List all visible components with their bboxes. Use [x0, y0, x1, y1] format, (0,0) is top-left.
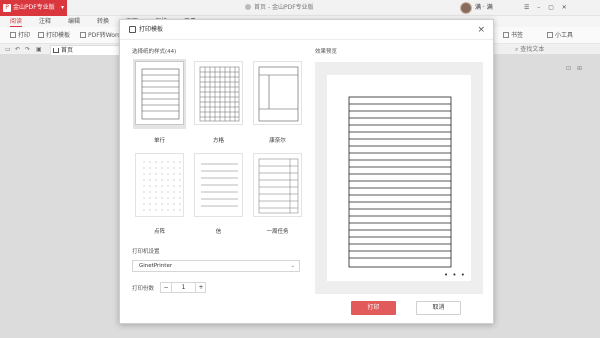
- dot-pattern: [143, 161, 181, 211]
- user-name: 满 · 满: [475, 4, 493, 11]
- grid-pattern: [199, 66, 240, 122]
- template-dot-matrix[interactable]: [133, 151, 186, 221]
- app-name: 金山PDF专业版: [13, 4, 55, 11]
- printer-icon: [10, 32, 16, 38]
- template-thumbnail: [194, 61, 243, 125]
- print-label: 打印: [18, 32, 31, 39]
- pdf-to-word-button[interactable]: PDF转Word: [80, 29, 121, 42]
- template-thumbnail: [253, 61, 302, 125]
- preview-label: 效果预览: [315, 49, 338, 55]
- print-button[interactable]: 打印: [10, 29, 30, 42]
- undo-icon[interactable]: ↶: [15, 45, 20, 54]
- app-menu-button[interactable]: P 金山PDF专业版 ▾: [0, 0, 67, 16]
- search-text-label: 查找文本: [520, 46, 545, 53]
- chevron-down-icon: ▾: [60, 4, 64, 11]
- template-label: 单行: [153, 138, 165, 144]
- word-icon: [80, 32, 86, 38]
- printer-value: GinetPrinter: [139, 263, 173, 269]
- window-title: 首页 - 金山PDF专业版: [245, 0, 314, 16]
- menu-convert[interactable]: 转换: [97, 16, 109, 27]
- print-template-button[interactable]: 打印模板: [38, 29, 70, 42]
- watermark-dots: • • •: [444, 271, 466, 279]
- bookmark-label: 书签: [511, 32, 524, 39]
- template-label: 方格: [212, 138, 224, 144]
- preview-area: • • •: [315, 62, 483, 294]
- menu-edit[interactable]: 编辑: [68, 16, 80, 27]
- template-thumbnail: [194, 153, 243, 217]
- dialog-title: 打印模板: [139, 26, 164, 33]
- template-cornell[interactable]: [251, 59, 304, 129]
- printer-select[interactable]: GinetPrinter ⌄: [132, 260, 300, 272]
- template-icon: [38, 32, 44, 38]
- print-template-label: 打印模板: [46, 32, 71, 39]
- menu-read[interactable]: 阅读: [10, 16, 23, 27]
- open-icon[interactable]: ▭: [5, 45, 11, 54]
- toolbox-icon: [547, 32, 553, 38]
- copies-input[interactable]: 1: [172, 283, 195, 292]
- copies-stepper[interactable]: − 1 +: [160, 282, 206, 293]
- window-title-text: 首页 - 金山PDF专业版: [254, 4, 314, 11]
- preview-page: • • •: [327, 75, 471, 281]
- template-weekly-tasks[interactable]: [251, 151, 304, 221]
- template-single-line[interactable]: [133, 59, 186, 129]
- menu-annotate[interactable]: 注释: [39, 16, 51, 27]
- template-label: 点阵: [153, 229, 165, 235]
- bookmark-button[interactable]: 书签: [503, 29, 523, 42]
- template-grid[interactable]: [192, 59, 245, 129]
- template-label: 康奈尔: [269, 138, 286, 144]
- home-icon: [53, 48, 59, 53]
- tab-home-label: 首页: [61, 47, 74, 54]
- user-account[interactable]: 满 · 满: [460, 1, 493, 15]
- tab-home[interactable]: 首页: [50, 45, 120, 55]
- title-bar: P 金山PDF专业版 ▾ 首页 - 金山PDF专业版 满 · 满 ☰ – ▢ ✕: [0, 0, 600, 16]
- weekly-pattern: [258, 158, 299, 214]
- preview-lines: [348, 96, 452, 268]
- side-tools[interactable]: ⊡⊞: [566, 65, 588, 72]
- toolbox-button[interactable]: 小工具: [547, 29, 573, 42]
- decrement-button[interactable]: −: [161, 283, 172, 292]
- styles-label: 选择纸的样式(44): [132, 49, 177, 55]
- printer-icon: [129, 26, 136, 33]
- search-text-button[interactable]: ⌕ 查找文本: [515, 45, 544, 54]
- template-label: 信: [215, 229, 222, 235]
- single-line-pattern: [141, 68, 180, 120]
- printer-settings-label: 打印机设置: [132, 249, 160, 255]
- cancel-button[interactable]: 取消: [416, 301, 461, 315]
- redo-icon[interactable]: ↷: [25, 45, 30, 54]
- app-logo-icon: P: [3, 4, 11, 12]
- template-letter[interactable]: [192, 151, 245, 221]
- cornell-pattern: [258, 66, 299, 122]
- chevron-down-icon: ⌄: [290, 263, 295, 269]
- avatar: [460, 2, 472, 14]
- template-label: 一周任务: [266, 229, 289, 235]
- pdf-to-word-label: PDF转Word: [88, 32, 122, 39]
- bookmark-icon: [503, 32, 509, 38]
- template-thumbnail: [135, 153, 184, 217]
- app-icon: [245, 4, 251, 10]
- copies-label: 打印份数: [132, 286, 155, 292]
- window-controls[interactable]: ☰ – ▢ ✕: [524, 0, 570, 16]
- template-thumbnail: [135, 61, 184, 125]
- increment-button[interactable]: +: [195, 283, 206, 292]
- print-confirm-button[interactable]: 打印: [351, 301, 396, 315]
- toolbox-label: 小工具: [555, 32, 574, 39]
- template-thumbnail: [253, 153, 302, 217]
- letter-pattern: [201, 163, 238, 207]
- print-template-dialog: 打印模板 × 选择纸的样式(44) 效果预览 单行 方格 康奈尔 点阵 信 一周…: [119, 19, 494, 324]
- dialog-header: 打印模板 ×: [120, 20, 493, 40]
- save-icon[interactable]: ▣: [36, 45, 42, 54]
- close-icon[interactable]: ×: [477, 20, 485, 40]
